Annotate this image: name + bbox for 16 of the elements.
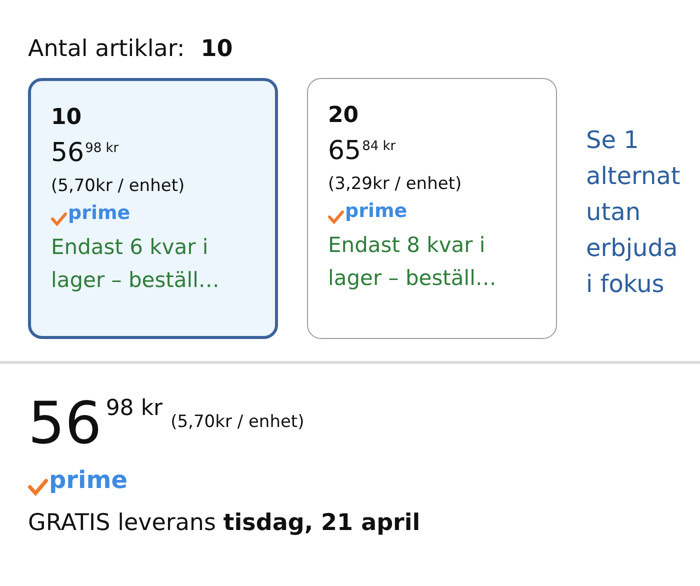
quantity-label: Antal artiklar: [28,36,185,62]
prime-logo: prime [345,202,408,221]
unit-price: (5,70kr / enhet) [51,176,186,196]
stock-notice: Endast 8 kvar i lager – beställ… [328,232,498,292]
check-icon [28,478,48,496]
prime-logo: prime [68,204,130,223]
delivery-info: GRATIS leverans tisdag, 21 april [28,510,422,536]
check-icon [51,212,67,226]
option-count: 10 [51,105,83,130]
stock-notice: Endast 6 kvar i lager – beställ… [51,234,220,294]
prime-logo: prime [49,468,128,492]
option-count: 20 [328,103,360,128]
check-icon [328,210,344,224]
alternatives-link[interactable]: Se 1 alternat utan erbjuda i fokus [586,122,680,302]
quantity-value: 10 [200,36,233,62]
unit-price: (3,29kr / enhet) [328,174,463,194]
